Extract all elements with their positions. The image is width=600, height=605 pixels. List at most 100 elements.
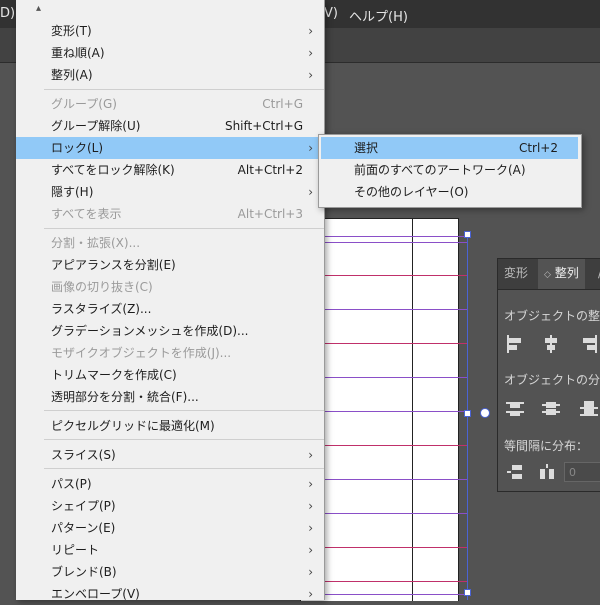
chevron-right-icon: › [308,499,313,513]
artwork-line[interactable] [300,236,468,237]
menu-item-shortcut: Alt+Ctrl+3 [237,207,303,221]
menu-item[interactable]: グループ(G) Ctrl+G [16,93,324,115]
menu-item-shortcut: Alt+Ctrl+2 [237,163,303,177]
menu-item[interactable]: ラスタライズ(Z)... [16,298,324,320]
menu-item[interactable]: 画像の切り抜き(C) [16,276,324,298]
chevron-right-icon: › [308,543,313,557]
menu-item-label: アピアランスを分割(E) [51,258,176,272]
menu-item[interactable]: リピート › [16,539,324,561]
menu-item-label: グループ解除(U) [51,119,141,133]
menu-item-label: すべてを表示 [51,207,122,221]
artwork-line[interactable] [300,343,468,344]
spacing-input[interactable]: 0 [564,462,600,482]
menu-item-label: パス(P) [51,477,92,491]
tab-align[interactable]: ◇ 整列 [538,259,585,289]
rotation-handle[interactable] [480,408,490,418]
menu-item[interactable]: パターン(E) › [16,517,324,539]
menu-item-label: 重ね順(A) [51,46,105,60]
menu-item-label: グループ(G) [51,97,117,111]
menu-item-label: モザイクオブジェクトを作成(J)... [51,346,232,360]
menu-item[interactable]: グループ解除(U) Shift+Ctrl+G [16,115,324,137]
menu-separator [44,410,324,411]
menu-item[interactable]: トリムマークを作成(C) [16,364,324,386]
chevron-right-icon: › [308,521,313,535]
artwork-line[interactable] [300,242,468,243]
menu-item-label: 整列(A) [51,68,93,82]
menu-item[interactable]: グラデーションメッシュを作成(D)... [16,320,324,342]
distribute-spacing-heading: 等間隔に分布： [504,439,589,453]
menu-item-label: 隠す(H) [51,185,94,199]
distribute-vcenter-icon[interactable] [542,399,560,417]
menu-item[interactable]: すべてを表示 Alt+Ctrl+3 [16,203,324,225]
submenu-item-label: 選択 [354,141,379,155]
align-objects-heading: オブジェクトの整 [504,309,600,323]
align-right-icon[interactable] [580,335,598,353]
menu-item[interactable]: エンベロープ(V) › [16,583,324,605]
menu-scroll-up-icon[interactable]: ▴ [36,3,41,14]
submenu-item-shortcut: Ctrl+2 [518,141,558,155]
menu-separator [44,468,324,469]
menu-item[interactable]: 透明部分を分割・統合(F)... [16,386,324,408]
artwork-line[interactable] [300,309,468,310]
artwork-line[interactable] [300,377,468,378]
menu-item-label: グラデーションメッシュを作成(D)... [51,324,249,338]
menu-item[interactable]: 整列(A) › [16,64,324,86]
submenu-item[interactable]: 前面のすべてのアートワーク(A) [321,159,578,181]
submenu-item[interactable]: その他のレイヤー(O) [321,181,578,203]
align-left-icon[interactable] [506,335,524,353]
menu-item[interactable]: アピアランスを分割(E) [16,254,324,276]
artwork-line[interactable] [300,445,468,446]
chevron-right-icon: › [308,141,313,155]
distribute-bottom-icon[interactable] [580,399,598,417]
menu-item-label: エンベロープ(V) [51,587,140,601]
artwork-line[interactable] [300,275,468,276]
spacing-value: 0 [569,466,576,479]
menu-item-label: ロック(L) [51,141,104,155]
menubar-item-view[interactable]: V) [324,6,338,21]
selection-handle[interactable] [464,231,471,238]
menu-item[interactable]: シェイプ(P) › [16,495,324,517]
artwork-line[interactable] [300,547,468,548]
submenu-item-label: その他のレイヤー(O) [354,185,469,199]
artwork-line[interactable] [300,513,468,514]
chevron-right-icon: › [308,477,313,491]
tab-transform[interactable]: 変形 [498,259,534,289]
tab-more[interactable]: / [592,259,600,289]
menu-item[interactable]: パス(P) › [16,473,324,495]
menu-item-shortcut: Ctrl+G [262,97,303,111]
menu-item[interactable]: ブレンド(B) › [16,561,324,583]
distribute-vspace-icon[interactable] [506,463,524,481]
menu-item[interactable]: 変形(T) › [16,20,324,42]
menu-item-label: パターン(E) [51,521,116,535]
menu-item[interactable]: スライス(S) › [16,444,324,466]
menu-item[interactable]: 隠す(H) › [16,181,324,203]
menu-item[interactable]: ロック(L) › [16,137,324,159]
menu-item[interactable]: 重ね順(A) › [16,42,324,64]
menu-item-label: シェイプ(P) [51,499,116,513]
artwork-line[interactable] [300,411,468,412]
menu-item[interactable]: モザイクオブジェクトを作成(J)... [16,342,324,364]
menu-item[interactable]: すべてをロック解除(K) Alt+Ctrl+2 [16,159,324,181]
distribute-hspace-icon[interactable] [538,463,556,481]
menu-item-label: 変形(T) [51,24,92,38]
menubar-item-help[interactable]: ヘルプ(H) [349,6,408,25]
menu-item-label: 分割・拡張(X)... [51,236,141,250]
menu-separator [44,89,324,90]
chevron-right-icon: › [308,46,313,60]
chevron-right-icon: › [308,448,313,462]
selection-handle[interactable] [464,410,471,417]
menubar-item-fragment[interactable]: D) [0,6,15,21]
selection-handle[interactable] [464,589,471,596]
menu-item[interactable]: ピクセルグリッドに最適化(M) [16,415,324,437]
artwork-line[interactable] [300,594,468,595]
menu-item[interactable]: 分割・拡張(X)... [16,232,324,254]
tab-chevron-icon: ◇ [544,270,551,280]
artwork-line[interactable] [300,479,468,480]
menu-item-shortcut: Shift+Ctrl+G [224,119,303,133]
menu-separator [44,439,324,440]
artwork-line[interactable] [300,581,468,582]
distribute-top-icon[interactable] [506,399,524,417]
align-hcenter-icon[interactable] [542,335,560,353]
submenu-item[interactable]: 選択 Ctrl+2 [321,137,578,159]
tab-align-label: 整列 [554,266,579,280]
